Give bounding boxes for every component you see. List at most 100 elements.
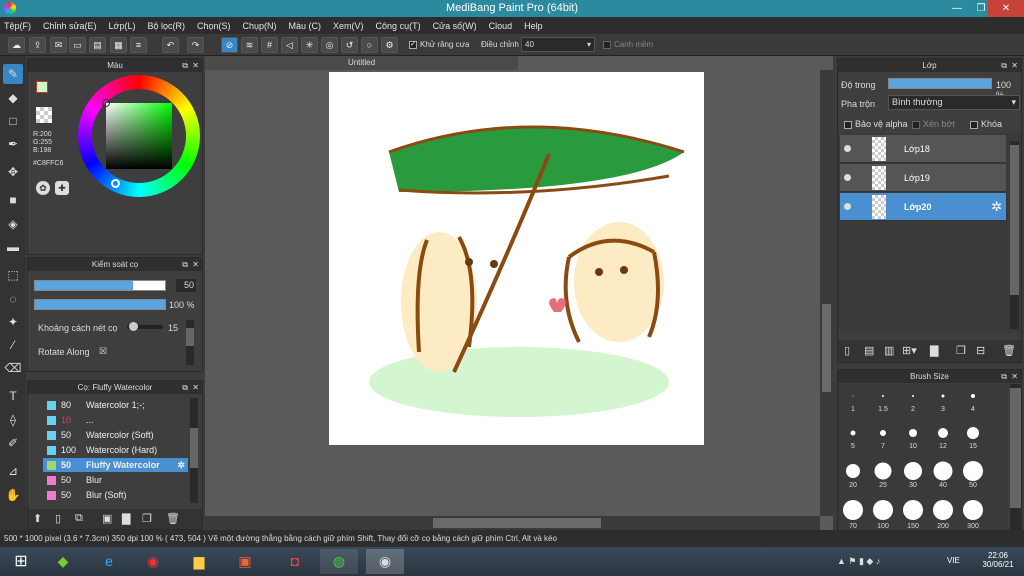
radial-snap-icon[interactable]: ✳ [301,37,318,53]
size-cell[interactable]: 7 [868,421,898,451]
curve-snap-icon[interactable]: ↺ [341,37,358,53]
trash-icon[interactable]: 🗑 [1002,344,1016,357]
share-icon[interactable]: ⇪ [29,37,46,53]
brush-item[interactable]: 50 Blur [43,473,188,487]
scrollbar[interactable] [1010,141,1019,329]
lock-checkbox[interactable]: Khóa [970,119,1002,129]
dropper-icon[interactable]: ⊿ [3,461,23,481]
blend-select[interactable]: Bình thường ▾ [888,95,1020,110]
size-cell[interactable]: 300 [958,496,988,531]
scroll-thumb[interactable] [1010,145,1019,295]
select-pen-icon[interactable]: ⁄ [3,335,23,355]
fill-shape-tool-icon[interactable]: ■ [3,190,23,210]
bucket-tool-icon[interactable]: ◈ [3,214,23,234]
move-tool-icon[interactable]: ✥ [3,162,23,182]
parallel-snap-icon[interactable]: ≋ [241,37,258,53]
scrollbar[interactable] [1010,384,1021,529]
scroll-thumb[interactable] [822,304,831,392]
add-brush-icon[interactable]: ⬆ [33,512,42,525]
layer-opacity-slider[interactable] [888,78,992,89]
menu-window[interactable]: Cửa số(W) [433,21,477,31]
opacity-slider[interactable] [34,299,166,310]
brush-item[interactable]: 50 Blur (Soft) [43,488,188,502]
size-cell[interactable]: 40 [928,458,958,490]
drawing-canvas[interactable] [329,72,704,445]
vertical-scrollbar[interactable] [820,70,833,516]
pen-tool-icon[interactable]: ✒ [3,134,23,154]
app-icon[interactable]: ◘ [276,549,314,574]
size-cell[interactable]: 100 [868,496,898,531]
folder-icon[interactable]: ▇ [930,344,938,357]
size-cell[interactable]: 25 [868,458,898,490]
size-cell[interactable]: 12 [928,421,958,451]
size-cell[interactable]: 5 [838,421,868,451]
duplicate-brush-icon[interactable]: ⧉ [75,512,83,525]
menu-color[interactable]: Màu (C) [289,21,322,31]
brush-item[interactable]: 80 Watercolor 1;-; [43,398,188,412]
menu-file[interactable]: Tệp(F) [4,21,31,31]
palette-add-icon[interactable]: ✚ [55,181,69,195]
soft-edge-checkbox[interactable]: Canh mềm [603,40,653,49]
file-explorer-icon[interactable]: ▆ [180,549,218,574]
size-cell[interactable]: 1 [838,384,868,414]
antialias-checkbox[interactable]: ✓ Khử răng cưa [409,40,469,49]
bluestacks-icon[interactable]: ◆ [44,549,82,574]
scrollbar[interactable] [190,398,198,503]
add-layer-menu-icon[interactable]: ⊞▾ [902,344,917,357]
adjust-select[interactable]: 40 ▾ [521,37,595,52]
trash-icon[interactable]: 🗑 [166,512,180,525]
size-cell[interactable]: 200 [928,496,958,531]
brush-item-selected[interactable]: 50 Fluffy Watercolor ✲ [43,458,188,472]
medibang-taskbar-icon[interactable]: ◉ [366,549,404,574]
scrollbar[interactable] [186,320,194,365]
windows-start-icon[interactable]: ⊞ [2,549,40,574]
popout-icon[interactable]: ⧉ [1001,59,1007,72]
grid-snap-icon[interactable]: # [261,37,278,53]
close-icon[interactable]: ✕ [192,59,199,72]
hue-wheel[interactable] [78,75,200,197]
no-snap-icon[interactable]: ⊘ [221,37,238,53]
canvas-area[interactable]: Untitled [205,56,833,530]
size-cell[interactable]: 3 [928,384,958,414]
divide-tool-icon[interactable]: ⟠ [3,410,23,430]
brush-tool-icon[interactable]: ✎ [3,64,23,84]
clipping-checkbox[interactable]: Xén bớt [912,119,955,129]
horizontal-scrollbar[interactable] [205,516,820,530]
eraser-tool-icon[interactable]: ◆ [3,88,23,108]
cloud-icon[interactable]: ☁ [8,37,25,53]
new-8bit-layer-icon[interactable]: ▥ [884,344,894,357]
popout-icon[interactable]: ⧉ [182,381,188,394]
app-icon[interactable]: ◍ [320,549,358,574]
hue-cursor[interactable] [111,179,120,188]
select-rect-icon[interactable]: ⬚ [3,265,23,285]
size-cell[interactable]: 150 [898,496,928,531]
popout-icon[interactable]: ⧉ [182,258,188,271]
menu-select[interactable]: Chọn(S) [197,21,231,31]
size-cell[interactable]: 30 [898,458,928,490]
settings-snap-icon[interactable]: ⚙ [381,37,398,53]
menu-edit[interactable]: Chỉnh sửa(E) [43,21,97,31]
sv-cursor[interactable] [102,99,110,107]
scroll-thumb[interactable] [190,428,198,468]
close-icon[interactable]: ✕ [192,381,199,394]
list-icon[interactable]: ≡ [130,37,147,53]
gear-icon[interactable]: ✲ [991,199,1002,215]
folder-icon[interactable]: ▇ [122,512,130,525]
size-cell[interactable]: 50 [958,458,988,490]
size-cell[interactable]: 20 [838,458,868,490]
lasso-icon[interactable]: ◌ [3,289,23,309]
rectangle-tool-icon[interactable]: □ [3,111,23,131]
gear-icon[interactable]: ✲ [177,458,185,472]
redo-icon[interactable]: ↷ [187,37,204,53]
language-indicator[interactable]: VIE [947,556,960,565]
layer-row-selected[interactable]: Lớp20 ✲ [840,193,1006,221]
close-button[interactable]: ✕ [988,0,1024,17]
menu-snap[interactable]: Chụp(N) [243,21,277,31]
size-cell[interactable]: 10 [898,421,928,451]
popout-icon[interactable]: ⧉ [1001,370,1007,383]
brush-settings-icon[interactable]: ▣ [102,512,112,525]
visibility-icon[interactable] [844,145,851,152]
concentric-snap-icon[interactable]: ◎ [321,37,338,53]
duplicate-layer-icon[interactable]: ❐ [956,344,966,357]
palette-icon[interactable]: ✿ [36,181,50,195]
